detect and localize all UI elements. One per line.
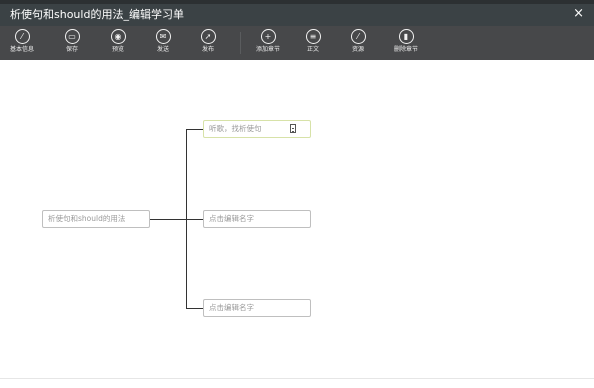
- close-icon[interactable]: ×: [573, 6, 584, 22]
- basic-info-button[interactable]: ⁄ 基本信息: [2, 29, 42, 54]
- document-icon: ≡: [305, 29, 321, 44]
- pencil-icon: ⁄: [14, 29, 30, 44]
- bottom-divider: [0, 378, 594, 379]
- publish-button[interactable]: ➚ 发布: [188, 29, 228, 54]
- chapter-node-label: 点击编辑名字: [209, 214, 254, 223]
- save-button[interactable]: ▭ 保存: [52, 29, 92, 54]
- chapter-node-listen[interactable]: 听歌，找析使句: [203, 120, 311, 138]
- add-chapter-button[interactable]: + 添加章节: [248, 29, 288, 54]
- delete-chapter-label: 删除章节: [393, 46, 418, 53]
- window-title: 析使句和should的用法_编辑学习单: [10, 8, 184, 21]
- root-node[interactable]: 析使句和should的用法: [42, 210, 150, 228]
- resources-label: 资源: [351, 46, 364, 53]
- branch-connector: [186, 308, 203, 309]
- branch-connector: [186, 219, 203, 220]
- add-chapter-label: 添加章节: [255, 46, 280, 53]
- send-label: 发送: [156, 46, 169, 53]
- trash-icon: ▮: [398, 29, 414, 44]
- chapter-node-label: 听歌，找析使句: [209, 124, 262, 133]
- toolbar: ⁄ 基本信息 ▭ 保存 ◉ 预览 ✉ 发送 ➚ 发布 + 添加章节 ≡ 正文 ⁄…: [0, 26, 594, 60]
- chapter-node-label: 点击编辑名字: [209, 303, 254, 312]
- body-text-label: 正文: [306, 46, 319, 53]
- toolbar-divider: [240, 32, 241, 54]
- root-connector: [150, 219, 187, 220]
- publish-label: 发布: [201, 46, 214, 53]
- preview-label: 预览: [111, 46, 124, 53]
- chapter-node-untitled[interactable]: 点击编辑名字: [203, 299, 311, 317]
- document-icon[interactable]: [290, 124, 296, 133]
- basic-info-label: 基本信息: [9, 46, 34, 53]
- preview-button[interactable]: ◉ 预览: [98, 29, 138, 54]
- send-button[interactable]: ✉ 发送: [143, 29, 183, 54]
- resources-button[interactable]: ⁄ 资源: [338, 29, 378, 54]
- mindmap-canvas: 析使句和should的用法 听歌，找析使句 点击编辑名字 点击编辑名字: [0, 60, 594, 378]
- title-bar: 析使句和should的用法_编辑学习单 ×: [0, 4, 594, 26]
- pencil-icon: ⁄: [350, 29, 366, 44]
- body-text-button[interactable]: ≡ 正文: [293, 29, 333, 54]
- branch-connector: [186, 129, 203, 130]
- chapter-node-untitled[interactable]: 点击编辑名字: [203, 210, 311, 228]
- delete-chapter-button[interactable]: ▮ 删除章节: [386, 29, 426, 54]
- eye-icon: ◉: [110, 29, 126, 44]
- save-icon: ▭: [64, 29, 80, 44]
- root-node-label: 析使句和should的用法: [48, 214, 126, 223]
- cursor-icon: ➚: [200, 29, 216, 44]
- send-icon: ✉: [155, 29, 171, 44]
- save-label: 保存: [65, 46, 78, 53]
- plus-icon: +: [260, 29, 276, 44]
